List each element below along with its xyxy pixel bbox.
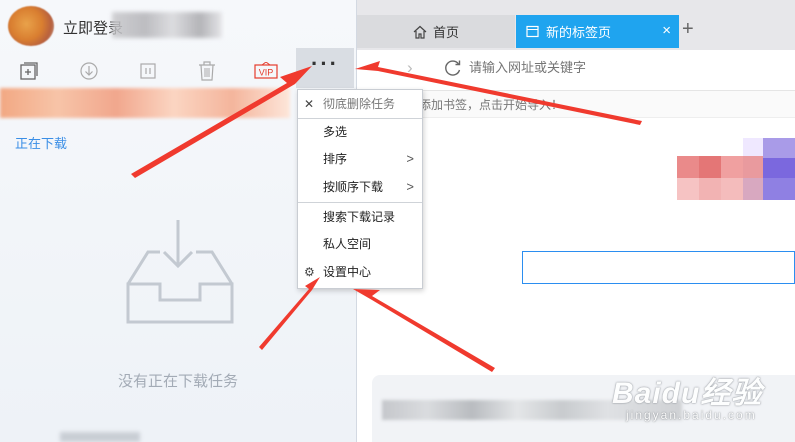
- download-circle-icon: [80, 62, 98, 80]
- close-tab-icon[interactable]: ×: [662, 22, 671, 39]
- search-logo-blurred: [677, 138, 795, 200]
- menu-item-label: 搜索下载记录: [323, 210, 396, 224]
- pause-icon: [140, 63, 156, 79]
- promo-banner-blurred[interactable]: [0, 88, 290, 118]
- menu-item-settings[interactable]: ⚙ 设置中心: [298, 259, 422, 285]
- empty-inbox-icon: [126, 220, 234, 324]
- menu-item-label: 按顺序下载: [323, 180, 384, 194]
- baidu-jingyan-watermark: Baidu经验 jingyan.baidu.com: [612, 368, 762, 422]
- delete-button[interactable]: [178, 51, 236, 91]
- menu-item-label: 设置中心: [323, 265, 372, 279]
- vip-button[interactable]: VIP: [237, 51, 295, 91]
- start-download-button[interactable]: [60, 51, 118, 91]
- pause-button[interactable]: [119, 51, 177, 91]
- menu-item-label: 私人空间: [323, 237, 372, 251]
- tab-new[interactable]: 新的标签页 ×: [516, 15, 679, 48]
- username-blurred: [112, 12, 222, 38]
- watermark-main: Baidu经验: [612, 377, 763, 410]
- menu-item-private-space[interactable]: 私人空间: [298, 231, 422, 257]
- tab-downloading[interactable]: 正在下载: [15, 133, 67, 152]
- menu-item-sequential-download[interactable]: 按顺序下载 >: [298, 174, 422, 200]
- vip-icon: VIP: [254, 62, 278, 79]
- search-input[interactable]: [522, 251, 795, 284]
- new-tab-button[interactable]: +: [682, 18, 694, 41]
- address-bar: ›: [357, 50, 795, 91]
- menu-item-label: 排序: [323, 152, 348, 166]
- tab-home[interactable]: 首页: [357, 15, 515, 48]
- trash-icon: [199, 61, 215, 81]
- home-icon: [413, 25, 427, 39]
- menu-item-multi-select[interactable]: 多选: [298, 119, 422, 145]
- download-toolbar: VIP ···: [0, 48, 356, 91]
- tab-home-label: 首页: [432, 25, 459, 40]
- menu-item-sort[interactable]: 排序 >: [298, 146, 422, 172]
- reload-icon[interactable]: [444, 59, 462, 77]
- menu-item-label: 彻底删除任务: [323, 97, 396, 111]
- vip-label: VIP: [259, 68, 274, 78]
- empty-state-text: 没有正在下载任务: [117, 373, 238, 390]
- more-button[interactable]: ···: [296, 48, 354, 88]
- watermark-sub: jingyan.baidu.com: [626, 408, 757, 422]
- browser-tab-bar: 首页 新的标签页 × +: [357, 0, 795, 50]
- address-input[interactable]: [467, 59, 771, 76]
- user-avatar[interactable]: [8, 6, 54, 46]
- bookmark-hint[interactable]: 添加书签，点击开始导入！: [419, 96, 563, 113]
- plus-square-icon: [20, 62, 38, 80]
- chevron-right-icon: >: [406, 179, 414, 194]
- gear-icon: ⚙: [304, 265, 315, 279]
- menu-item-label: 多选: [323, 125, 348, 139]
- footer-blurred: [60, 432, 140, 442]
- menu-item-search-records[interactable]: 搜索下载记录: [298, 204, 422, 230]
- chevron-right-icon: >: [406, 151, 414, 166]
- menu-item-delete-permanently[interactable]: ✕ 彻底删除任务: [298, 91, 422, 117]
- more-options-menu: ✕ 彻底删除任务 多选 排序 > 按顺序下载 > 搜索下载记录 私人空间 ⚙ 设…: [297, 89, 423, 289]
- new-task-button[interactable]: [0, 51, 58, 91]
- close-icon: ✕: [304, 97, 315, 111]
- more-dots-icon: ···: [311, 51, 339, 76]
- tab-new-label: 新的标签页: [546, 25, 612, 40]
- forward-icon[interactable]: ›: [407, 58, 413, 78]
- page-icon: [526, 25, 539, 38]
- menu-divider: [298, 202, 422, 203]
